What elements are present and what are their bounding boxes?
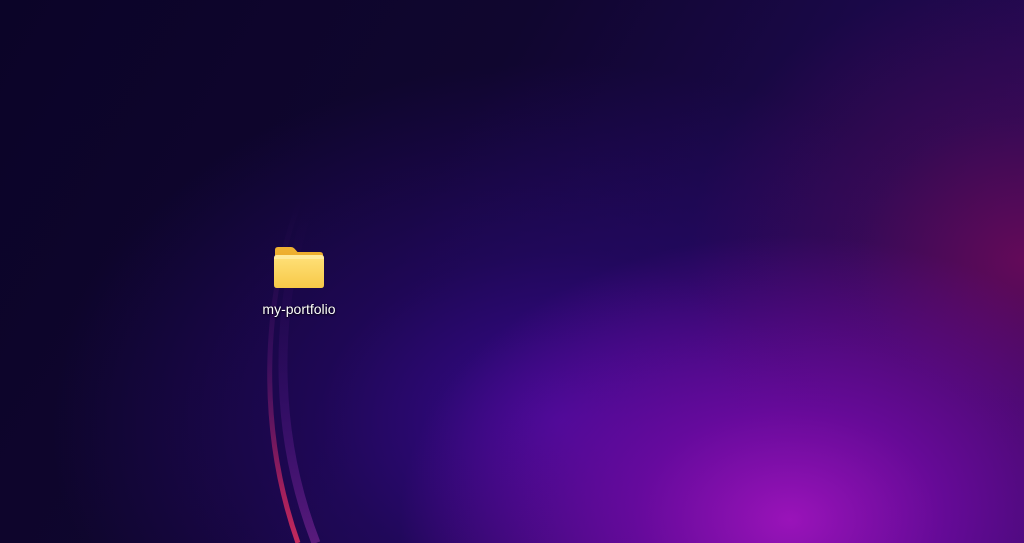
desktop-icon-my-portfolio[interactable]: my-portfolio — [252, 244, 346, 330]
desktop-wallpaper — [0, 0, 1024, 543]
desktop-icon-label: my-portfolio — [262, 301, 336, 317]
wallpaper-swirl — [267, 199, 321, 543]
folder-icon — [274, 247, 324, 288]
